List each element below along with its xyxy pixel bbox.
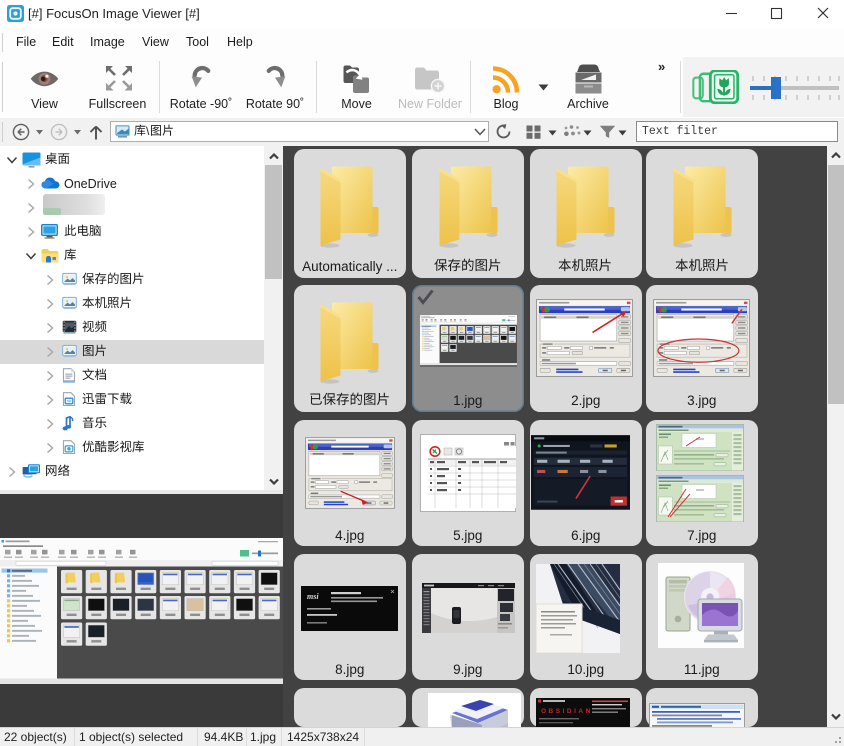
svg-text:OBSIDIAN: OBSIDIAN	[541, 708, 593, 715]
svg-text:msi: msi	[307, 592, 319, 601]
